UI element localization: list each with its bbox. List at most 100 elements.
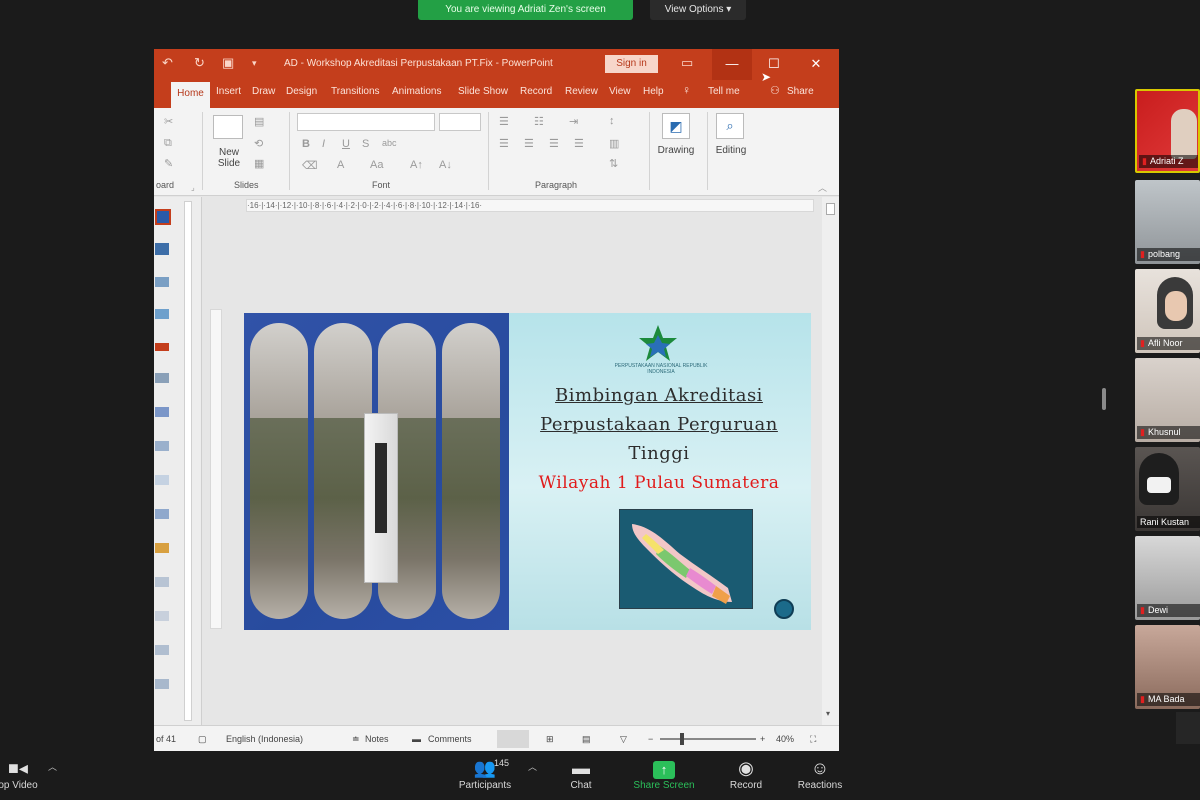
reactions-button[interactable]: ☺ Reactions bbox=[780, 756, 860, 791]
normal-view-icon[interactable] bbox=[497, 730, 529, 748]
clipboard-launcher-icon[interactable]: ⌟ bbox=[191, 183, 195, 192]
font-color-icon[interactable]: A bbox=[337, 159, 344, 171]
tab-insert[interactable]: Insert bbox=[216, 86, 241, 97]
participant-tile[interactable]: ▮ polbang bbox=[1135, 180, 1200, 264]
notes-button[interactable]: Notes bbox=[365, 734, 389, 744]
increase-font-icon[interactable]: A↑ bbox=[410, 159, 423, 171]
participant-tile[interactable]: Rani Kustan bbox=[1135, 447, 1200, 531]
slide[interactable]: PERPUSTAKAAN NASIONAL REPUBLIK INDONESIA… bbox=[244, 313, 811, 630]
drawing-button[interactable]: Drawing bbox=[652, 145, 700, 156]
indent-icon[interactable]: ⇥ bbox=[569, 115, 578, 128]
thumbnail-current[interactable] bbox=[155, 209, 171, 225]
font-size-dropdown[interactable] bbox=[439, 113, 481, 131]
thumbnails-scrollbar[interactable] bbox=[184, 201, 192, 721]
tab-review[interactable]: Review bbox=[565, 86, 598, 97]
collapse-ribbon-icon[interactable]: ︿ bbox=[818, 181, 827, 194]
tab-view[interactable]: View bbox=[609, 86, 631, 97]
view-options-button[interactable]: View Options ▾ bbox=[650, 0, 746, 20]
tab-home[interactable]: Home bbox=[171, 82, 210, 108]
section-icon[interactable]: ▦ bbox=[254, 157, 264, 170]
tell-me-field[interactable]: Tell me bbox=[708, 86, 740, 97]
reset-icon[interactable]: ⟲ bbox=[254, 137, 263, 150]
char-spacing-icon[interactable]: abc bbox=[382, 138, 397, 148]
decrease-font-icon[interactable]: A↓ bbox=[439, 159, 452, 171]
change-case-icon[interactable]: Aa bbox=[370, 159, 383, 171]
share-button[interactable]: Share bbox=[787, 86, 814, 97]
thumbnail[interactable] bbox=[155, 373, 169, 383]
accessibility-icon[interactable]: ▢ bbox=[198, 734, 207, 745]
redo-icon[interactable]: ↻ bbox=[194, 55, 205, 71]
panel-resize-handle[interactable] bbox=[1102, 388, 1106, 410]
numbering-icon[interactable]: ☷ bbox=[534, 115, 544, 128]
new-slide-button[interactable]: New Slide bbox=[208, 147, 250, 169]
underline-icon[interactable]: U bbox=[342, 138, 350, 150]
zoom-in-icon[interactable]: + bbox=[760, 734, 765, 744]
participant-tile[interactable]: ▮ MA Bada bbox=[1135, 625, 1200, 709]
tab-slide-show[interactable]: Slide Show bbox=[458, 86, 508, 97]
undo-icon[interactable]: ↶ bbox=[162, 55, 173, 71]
slide-thumbnails-pane[interactable] bbox=[154, 197, 202, 725]
minimize-button[interactable]: — bbox=[712, 49, 752, 80]
clear-format-icon[interactable]: ⌫ bbox=[302, 159, 318, 172]
tab-draw[interactable]: Draw bbox=[252, 86, 275, 97]
align-left-icon[interactable]: ☰ bbox=[499, 137, 509, 150]
thumbnail[interactable] bbox=[155, 611, 169, 621]
zoom-slider-thumb[interactable] bbox=[680, 733, 684, 745]
line-spacing-icon[interactable]: ↕ bbox=[609, 115, 615, 127]
zoom-level[interactable]: 40% bbox=[776, 734, 794, 744]
comments-button[interactable]: Comments bbox=[428, 734, 472, 744]
columns-icon[interactable]: ▥ bbox=[609, 137, 619, 150]
font-name-dropdown[interactable] bbox=[297, 113, 435, 131]
magnifier-icon[interactable]: ⌕ bbox=[716, 113, 744, 139]
fit-slide-icon[interactable]: ⛶ bbox=[810, 734, 816, 745]
scroll-thumb[interactable] bbox=[826, 203, 835, 215]
thumbnail[interactable] bbox=[155, 407, 169, 417]
thumbnail[interactable] bbox=[155, 645, 169, 655]
slide-sorter-icon[interactable]: ⊞ bbox=[546, 734, 554, 745]
align-center-icon[interactable]: ☰ bbox=[524, 137, 534, 150]
participant-scroll-area[interactable] bbox=[1176, 712, 1200, 744]
tab-animations[interactable]: Animations bbox=[392, 86, 441, 97]
editing-button[interactable]: Editing bbox=[707, 145, 755, 156]
align-right-icon[interactable]: ☰ bbox=[549, 137, 559, 150]
thumbnail[interactable] bbox=[155, 243, 169, 255]
bold-icon[interactable]: B bbox=[302, 138, 310, 150]
scroll-down-icon[interactable]: ▾ bbox=[826, 709, 830, 718]
thumbnail[interactable] bbox=[155, 309, 169, 319]
slideshow-view-icon[interactable]: ▽ bbox=[620, 734, 627, 745]
thumbnail[interactable] bbox=[155, 475, 169, 485]
zoom-slider[interactable] bbox=[660, 738, 756, 740]
participant-tile[interactable]: ▮ Dewi bbox=[1135, 536, 1200, 620]
tab-record[interactable]: Record bbox=[520, 86, 552, 97]
layout-icon[interactable]: ▤ bbox=[254, 115, 264, 128]
participants-button[interactable]: 👥 145 Participants bbox=[445, 756, 525, 791]
reading-view-icon[interactable]: ▤ bbox=[582, 734, 591, 745]
justify-icon[interactable]: ☰ bbox=[574, 137, 584, 150]
tab-help[interactable]: Help bbox=[643, 86, 664, 97]
present-icon[interactable]: ▣ bbox=[222, 55, 234, 71]
zoom-out-icon[interactable]: − bbox=[648, 734, 653, 744]
tab-transitions[interactable]: Transitions bbox=[331, 86, 380, 97]
maximize-button[interactable]: ☐ bbox=[754, 49, 794, 80]
copy-icon[interactable]: ⧉ bbox=[164, 137, 172, 150]
tab-design[interactable]: Design bbox=[286, 86, 317, 97]
video-options-caret-icon[interactable]: ︿ bbox=[48, 760, 57, 773]
close-button[interactable]: ✕ bbox=[796, 49, 836, 80]
italic-icon[interactable]: I bbox=[322, 138, 325, 150]
format-painter-icon[interactable]: ✎ bbox=[164, 157, 173, 170]
share-screen-button[interactable]: ↑ Share Screen bbox=[624, 756, 704, 791]
chat-button[interactable]: ▬ Chat bbox=[541, 756, 621, 791]
ribbon-display-icon[interactable]: ▭ bbox=[681, 55, 693, 71]
participant-tile[interactable]: ▮ Afli Noor bbox=[1135, 269, 1200, 353]
participant-tile[interactable]: ▮ Khusnul bbox=[1135, 358, 1200, 442]
thumbnail[interactable] bbox=[155, 577, 169, 587]
text-direction-icon[interactable]: ⇅ bbox=[609, 157, 618, 170]
editor-scrollbar[interactable]: ▾ bbox=[822, 197, 839, 725]
strikethrough-icon[interactable]: S bbox=[362, 138, 369, 150]
thumbnail[interactable] bbox=[155, 543, 169, 553]
bullets-icon[interactable]: ☰ bbox=[499, 115, 509, 128]
language-indicator[interactable]: English (Indonesia) bbox=[226, 734, 303, 744]
thumbnail[interactable] bbox=[155, 679, 169, 689]
participant-tile-active[interactable]: ▮ Adriati Z bbox=[1135, 89, 1200, 173]
record-button[interactable]: ◉ Record bbox=[706, 756, 786, 791]
